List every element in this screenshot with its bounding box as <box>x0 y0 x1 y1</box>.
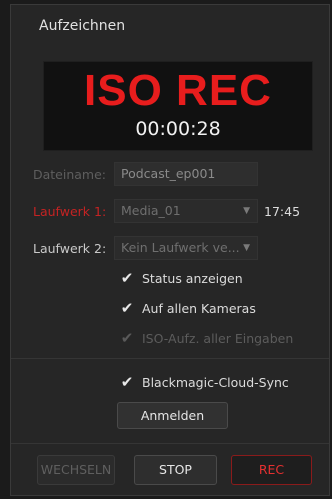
cloud-sync-checkbox[interactable]: ✔ <box>119 374 135 390</box>
show-status-label: Status anzeigen <box>142 271 243 286</box>
switch-button[interactable]: WECHSELN <box>37 455 115 485</box>
show-status-checkbox[interactable]: ✔ <box>119 270 135 286</box>
record-timecode: 00:00:28 <box>135 118 221 140</box>
drive2-value: Kein Laufwerk ve... <box>121 240 240 255</box>
iso-all-inputs-checkbox[interactable]: ✔ <box>119 330 135 346</box>
cloud-sync-label: Blackmagic-Cloud-Sync <box>142 375 289 390</box>
chevron-down-icon: ▼ <box>243 206 250 216</box>
record-panel: Aufzeichnen ISO REC 00:00:28 Dateiname: … <box>10 4 330 496</box>
record-status-display: ISO REC 00:00:28 <box>43 61 313 151</box>
filename-label: Dateiname: <box>33 167 107 182</box>
drive1-value: Media_01 <box>121 203 181 218</box>
divider <box>11 358 329 359</box>
drive2-label: Laufwerk 2: <box>33 241 107 256</box>
drive1-dropdown[interactable]: Media_01 ▼ <box>114 199 258 223</box>
rec-button[interactable]: REC <box>231 455 312 485</box>
drive2-dropdown[interactable]: Kein Laufwerk ve... ▼ <box>114 236 258 260</box>
drive1-label: Laufwerk 1: <box>33 204 107 219</box>
login-button[interactable]: Anmelden <box>117 402 228 429</box>
divider <box>11 443 329 444</box>
iso-rec-status: ISO REC <box>84 66 272 115</box>
iso-all-inputs-label: ISO-Aufz. aller Eingaben <box>142 331 294 346</box>
all-cameras-checkbox[interactable]: ✔ <box>119 300 135 316</box>
drive1-remaining-time: 17:45 <box>264 204 301 219</box>
all-cameras-label: Auf allen Kameras <box>142 301 256 316</box>
stop-button[interactable]: STOP <box>134 455 217 485</box>
panel-title: Aufzeichnen <box>39 18 126 34</box>
filename-field[interactable]: Podcast_ep001 <box>114 162 258 186</box>
chevron-down-icon: ▼ <box>243 243 250 253</box>
